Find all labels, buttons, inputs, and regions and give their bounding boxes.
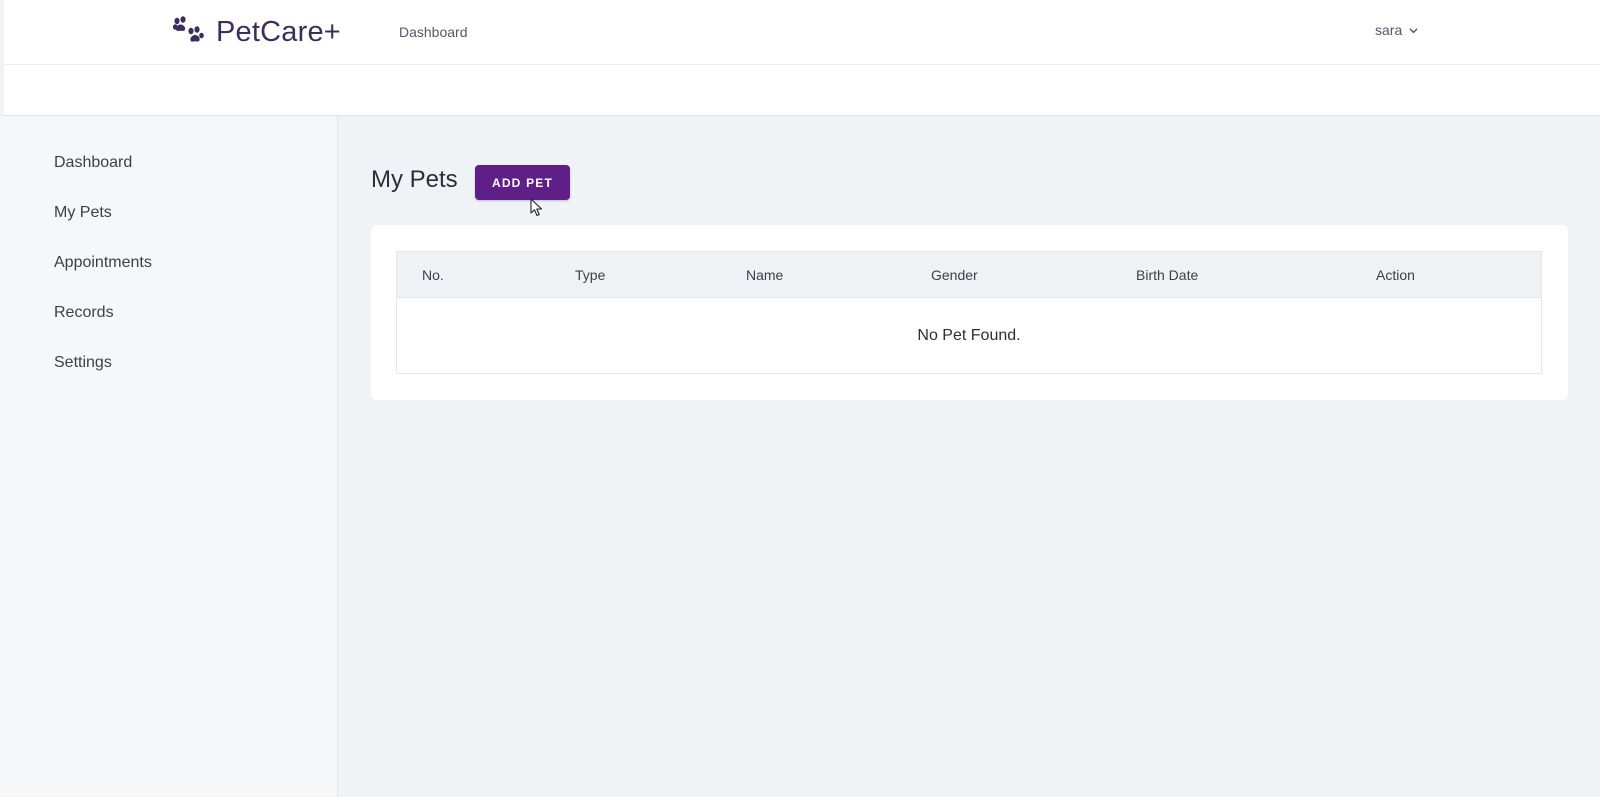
left-edge-strip (0, 0, 4, 116)
sidebar-item-records[interactable]: Records (54, 304, 114, 322)
user-menu[interactable]: sara (1375, 22, 1419, 38)
top-nav-dashboard-link[interactable]: Dashboard (399, 24, 468, 40)
brand-name: PetCare+ (216, 15, 341, 48)
pets-table-card: No. Type Name Gender Birth Date Action N… (371, 225, 1568, 400)
page-title: My Pets (371, 166, 458, 193)
chevron-down-icon (1409, 27, 1418, 33)
empty-state-message: No Pet Found. (917, 327, 1021, 344)
sidebar-item-dashboard[interactable]: Dashboard (54, 154, 132, 172)
pets-table: No. Type Name Gender Birth Date Action N… (396, 251, 1542, 374)
mouse-cursor-icon (530, 198, 543, 217)
user-name: sara (1375, 22, 1403, 38)
sub-header-bar (0, 65, 1600, 116)
column-header-no: No. (422, 267, 444, 283)
column-header-type: Type (575, 267, 606, 283)
column-header-gender: Gender (931, 267, 978, 283)
column-header-action: Action (1376, 267, 1415, 283)
column-header-birth-date: Birth Date (1136, 267, 1199, 283)
top-bar: PetCare+ Dashboard sara (0, 0, 1600, 65)
paw-icon (172, 16, 204, 42)
sidebar-item-my-pets[interactable]: My Pets (54, 204, 112, 222)
main-content: My Pets ADD PET No. Type Name Gender Bir… (338, 116, 1600, 797)
column-header-name: Name (746, 267, 784, 283)
brand-logo[interactable]: PetCare+ (172, 14, 341, 50)
sidebar: Dashboard My Pets Appointments Records S… (0, 116, 338, 797)
add-pet-button[interactable]: ADD PET (475, 165, 570, 200)
sidebar-item-settings[interactable]: Settings (54, 354, 112, 372)
sidebar-item-appointments[interactable]: Appointments (54, 254, 152, 272)
table-header-row: No. Type Name Gender Birth Date Action (397, 252, 1541, 298)
